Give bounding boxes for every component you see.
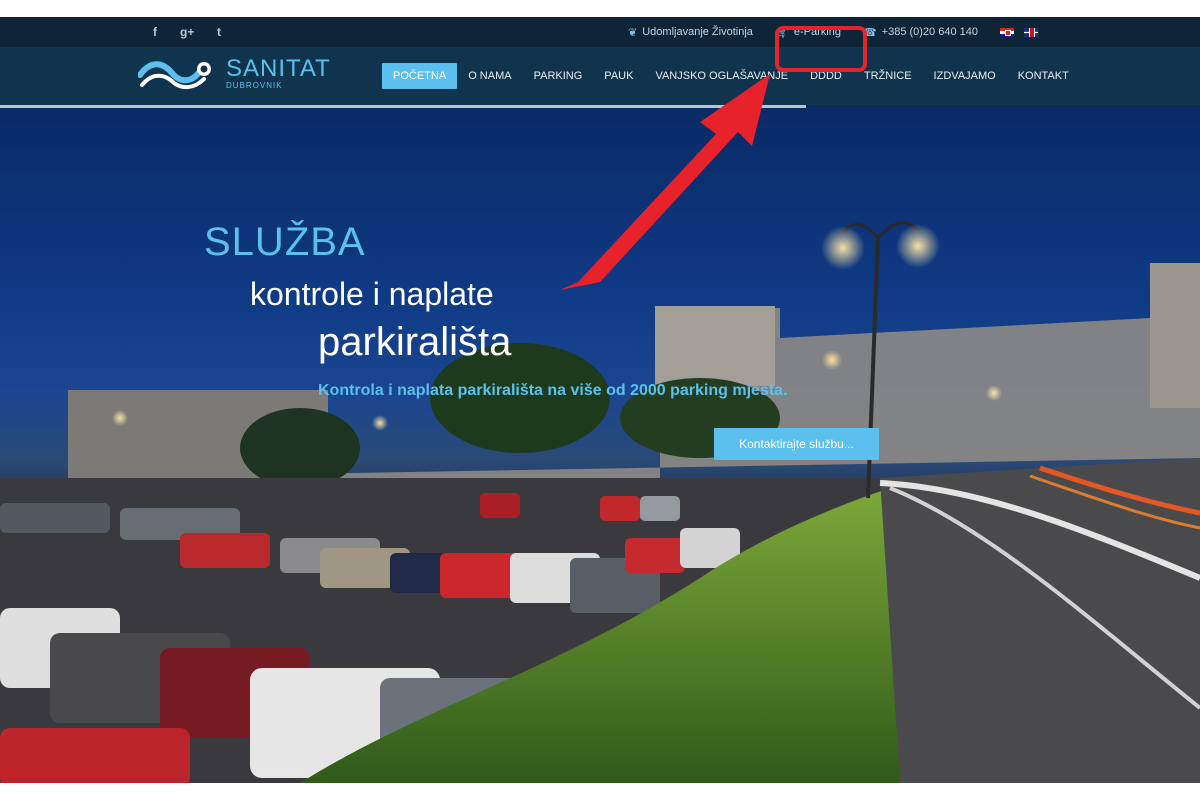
- menu-item-o-nama[interactable]: O NAMA: [457, 63, 522, 89]
- hero-subtitle: Kontrola i naplata parkirališta na više …: [318, 382, 788, 399]
- logo-subtitle: DUBROVNIK: [226, 80, 283, 90]
- top-links: ❦ Udomljavanje Životinja 🛒︎ e-Parking ☎ …: [628, 17, 1038, 47]
- croatian-flag-icon[interactable]: [1000, 27, 1014, 37]
- contact-service-button[interactable]: Kontaktirajte službu...: [714, 428, 879, 460]
- phone-icon: ☎: [862, 26, 877, 39]
- top-utility-bar: f g+ t ❦ Udomljavanje Životinja 🛒︎ e-Par…: [0, 17, 1200, 47]
- cart-icon: 🛒︎: [774, 26, 789, 39]
- menu-item-pauk[interactable]: PAUK: [593, 63, 644, 89]
- menu-item-trznice[interactable]: TRŽNICE: [853, 63, 923, 89]
- menu-item-dddd[interactable]: DDDD: [799, 63, 853, 89]
- english-flag-icon[interactable]: [1024, 27, 1038, 37]
- menu-item-izdvajamo[interactable]: IZDVAJAMO: [923, 63, 1007, 89]
- phone-label: +385 (0)20 640 140: [881, 26, 978, 38]
- menu-item-pocetna[interactable]: POČETNA: [382, 63, 458, 89]
- browser-viewport: f g+ t ❦ Udomljavanje Životinja 🛒︎ e-Par…: [0, 17, 1200, 783]
- eparking-label: e-Parking: [793, 26, 841, 38]
- phone-link[interactable]: ☎ +385 (0)20 640 140: [863, 26, 978, 39]
- adoption-label: Udomljavanje Životinja: [642, 26, 753, 38]
- eparking-link[interactable]: 🛒︎ e-Parking: [775, 26, 841, 39]
- hero-line-3: parkirališta: [318, 320, 512, 364]
- menu-item-vanjsko-oglasavanje[interactable]: VANJSKO OGLAŠAVANJE: [644, 63, 799, 89]
- google-plus-icon[interactable]: g+: [180, 25, 194, 39]
- hero-background-image: [0, 221, 1200, 783]
- social-links: f g+ t: [148, 17, 226, 47]
- language-switcher: [1000, 27, 1038, 37]
- main-navbar: SANITAT DUBROVNIK POČETNA O NAMA PARKING…: [0, 47, 1200, 105]
- facebook-icon[interactable]: f: [148, 25, 162, 39]
- sanitat-logo-icon: [138, 61, 211, 90]
- logo-name: SANITAT: [226, 54, 331, 82]
- hero-line-2: kontrole i naplate: [250, 276, 494, 312]
- main-menu: POČETNA O NAMA PARKING PAUK VANJSKO OGLA…: [382, 63, 1080, 89]
- adoption-link[interactable]: ❦ Udomljavanje Životinja: [628, 26, 753, 39]
- menu-item-kontakt[interactable]: KONTAKT: [1007, 63, 1080, 89]
- hero-slider: SLUŽBA kontrole i naplate parkirališta K…: [0, 108, 1200, 783]
- paw-icon: ❦: [628, 26, 638, 39]
- twitter-icon[interactable]: t: [212, 25, 226, 39]
- logo[interactable]: SANITAT DUBROVNIK: [138, 55, 331, 91]
- hero-title: SLUŽBA: [204, 220, 366, 264]
- menu-item-parking[interactable]: PARKING: [523, 63, 594, 89]
